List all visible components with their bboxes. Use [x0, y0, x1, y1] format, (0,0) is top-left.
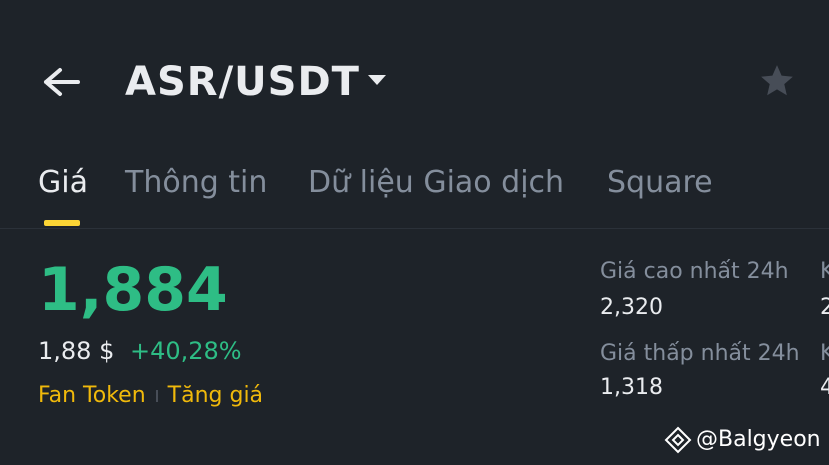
fiat-price: 1,88 $ [38, 337, 115, 365]
active-tab-indicator [44, 220, 80, 226]
watermark-text: @Balgyeon [696, 427, 821, 452]
high-24h-value: 2,320 [600, 295, 663, 320]
low-24h-value: 1,318 [600, 375, 663, 400]
tag-row: Fan Token Tăng giá [38, 380, 263, 412]
volume-label-2: K [820, 341, 829, 366]
tab-trading-data[interactable]: Dữ liệu Giao dịch [308, 160, 564, 206]
low-24h-label: Giá thấp nhất 24h [600, 341, 800, 366]
caret-down-icon[interactable] [366, 72, 388, 88]
volume-value-1: 2 [820, 295, 829, 320]
last-price: 1,884 [38, 255, 228, 325]
tag-gainer[interactable]: Tăng giá [168, 383, 263, 408]
pair-title[interactable]: ASR/USDT [125, 58, 360, 106]
tag-divider [155, 390, 158, 402]
arrow-left-icon[interactable] [40, 66, 82, 98]
star-icon[interactable] [758, 62, 796, 100]
tab-bar: Giá Thông tin Dữ liệu Giao dịch Square [0, 160, 829, 229]
fiat-row: 1,88 $ +40,28% [38, 333, 242, 369]
watermark: @Balgyeon [664, 424, 821, 456]
tab-square[interactable]: Square [607, 160, 713, 206]
tab-price[interactable]: Giá [38, 160, 88, 206]
tag-fan-token[interactable]: Fan Token [38, 383, 146, 408]
price-change: +40,28% [129, 337, 242, 365]
binance-diamond-icon [664, 426, 692, 454]
volume-label-1: K [820, 259, 829, 284]
tab-info[interactable]: Thông tin [125, 160, 267, 206]
high-24h-label: Giá cao nhất 24h [600, 259, 789, 284]
header: ASR/USDT [0, 0, 829, 160]
volume-value-2: 4 [820, 375, 829, 400]
